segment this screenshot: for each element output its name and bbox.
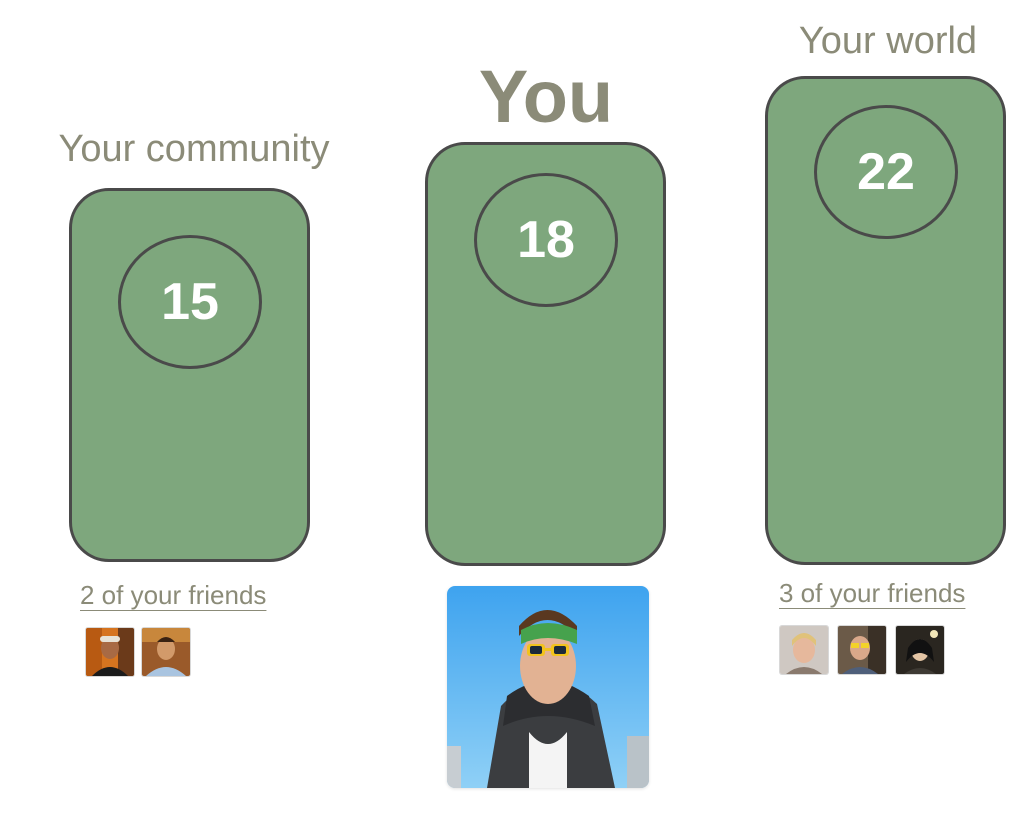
you-score-circle: 18 [474,173,618,307]
friend-avatar[interactable] [780,626,828,674]
community-pillar: 15 [69,188,310,562]
community-score: 15 [161,273,219,331]
friend-avatar[interactable] [86,628,134,676]
world-pillar: 22 [765,76,1006,565]
community-friends-link[interactable]: 2 of your friends [80,580,266,611]
community-score-circle: 15 [118,235,262,369]
world-friends-link[interactable]: 3 of your friends [779,578,965,609]
you-pillar: 18 [425,142,666,566]
friend-avatar[interactable] [896,626,944,674]
friend-avatar[interactable] [838,626,886,674]
you-score: 18 [517,211,575,269]
world-score: 22 [857,143,915,201]
profile-photo[interactable] [447,586,649,788]
you-heading: You [478,55,614,138]
world-score-circle: 22 [814,105,958,239]
world-heading: Your world [798,20,978,62]
community-heading: Your community [58,128,330,170]
friend-avatar[interactable] [142,628,190,676]
